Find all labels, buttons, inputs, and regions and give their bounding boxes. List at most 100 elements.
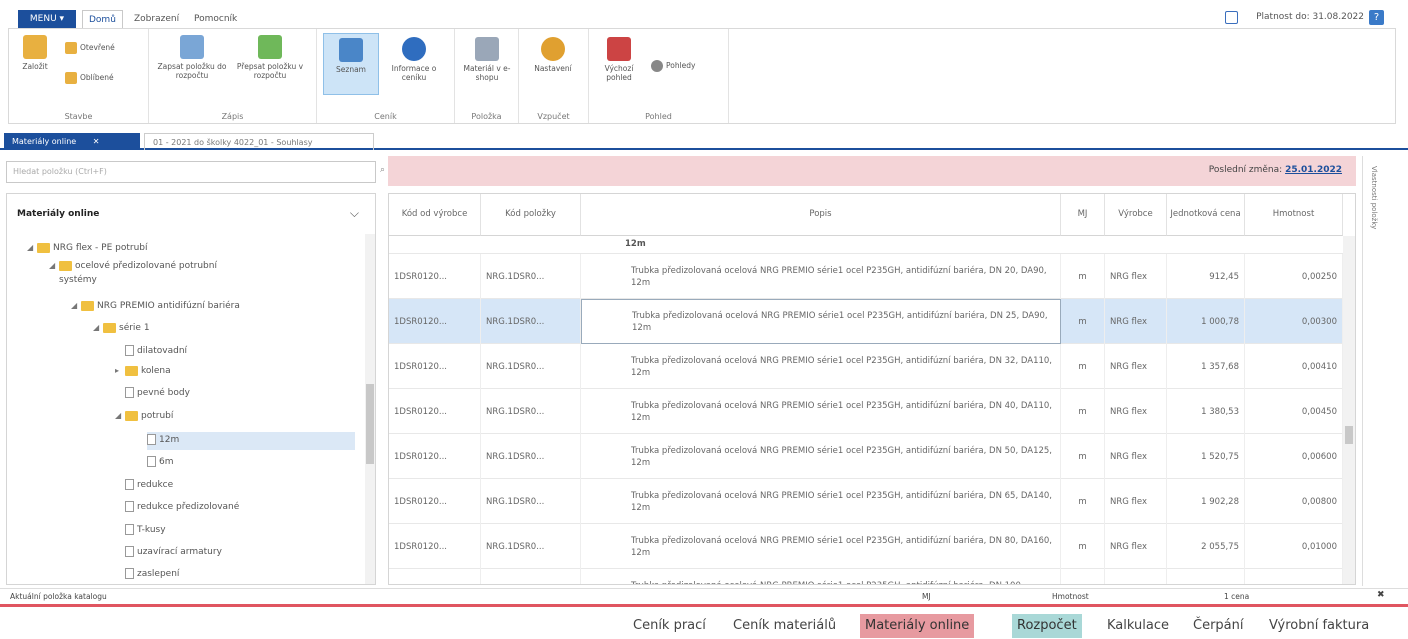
close-tab-icon[interactable]: ✕ [93,137,100,146]
module-nav: Ceník prací Ceník materiálů Materiály on… [0,608,1408,639]
views-button[interactable]: Pohledy [651,59,696,73]
column-header[interactable]: Kód položky [481,194,581,236]
eshop-material-button[interactable]: Materiál v e-shopu [459,37,515,82]
tree-node[interactable]: systémy [49,274,97,286]
expand-arrow-icon[interactable]: ◢ [27,242,37,254]
table-cell-mj: m [1061,389,1105,434]
expand-arrow-icon[interactable]: ◢ [115,410,125,422]
nav-materials-online[interactable]: Materiály online [860,614,975,638]
tree-node[interactable]: uzavírací armatury [115,546,222,558]
table-cell-vyrobce: NRG flex [1105,344,1167,389]
table-cell-kod_pol: NRG.1DSR0... [481,434,581,479]
column-header[interactable]: Popis [581,194,1061,236]
tree-node[interactable]: redukce [115,479,173,491]
default-view-button[interactable]: Výchozí pohled [595,37,643,82]
tree-node-label: uzavírací armatury [137,547,222,557]
tab-view[interactable]: Zobrazení [128,10,185,28]
nav-budget[interactable]: Rozpočet [1012,614,1082,638]
main-menu-button[interactable]: MENU ▾ [18,10,76,28]
chevron-down-icon[interactable]: ⌵ [350,206,359,221]
nav-work-prices[interactable]: Ceník prací [628,614,711,638]
tab-materials-online[interactable]: Materiály online ✕ [4,133,140,150]
column-header[interactable]: MJ [1061,194,1105,236]
expand-arrow-icon[interactable]: ◢ [71,300,81,312]
close-icon[interactable]: ✖ [1377,590,1385,600]
page-icon [147,456,156,467]
gear-icon [541,37,565,61]
table-row[interactable]: 1DSR0120... NRG.1DSR0... Trubka předizolov… [389,434,1355,479]
table-cell-mj: m [1061,524,1105,569]
table-cell-kod_pol: NRG.1DSR0... [481,569,581,584]
table-row[interactable]: 1DSR0120... NRG.1DSR0... Trubka předizolov… [389,389,1355,434]
favorites-button[interactable]: Oblíbené [65,71,114,85]
nav-calculation[interactable]: Kalkulace [1102,614,1174,638]
table-cell-kod_vyr: 1DSR0120... [389,254,481,299]
table-cell-hmot: 0,01300 [1245,569,1343,584]
tree-node[interactable]: ◢ ocelové předizolované potrubní [49,260,217,272]
write-item-button[interactable]: Zapsat položku do rozpočtu [157,35,227,80]
tree-node[interactable]: 12m [137,434,179,446]
list-button[interactable]: Seznam [323,33,379,95]
table-cell-hmot: 0,01000 [1245,524,1343,569]
table-cell-cena: 1 000,78 [1167,299,1245,344]
table-cell-vyrobce: NRG flex [1105,524,1167,569]
tree-node-label: zaslepení [137,569,180,579]
tree-node[interactable]: T-kusy [115,524,166,536]
table-row[interactable]: 1DSR0120... NRG.1DSR0... Trubka předizolov… [389,254,1355,299]
tree-node[interactable]: dilatovadní [115,345,187,357]
tab-project[interactable]: 01 - 2021 do školky 4022_01 - Souhlasy [144,133,374,150]
expand-arrow-icon[interactable]: ◢ [93,322,103,334]
last-change-date-link[interactable]: 25.01.2022 [1285,165,1342,175]
column-header[interactable]: Hmotnost [1245,194,1343,236]
table-row[interactable]: 1DSR0120... NRG.1DSR0... Trubka předizolov… [389,299,1355,344]
table-cell-cena: 1 902,28 [1167,479,1245,524]
table-cell-kod_vyr: 1DSR0120... [389,479,481,524]
expand-arrow-icon[interactable]: ◢ [49,260,59,272]
tree-node[interactable]: redukce předizolované [115,501,239,513]
table-row[interactable]: 1DSR0120... NRG.1DSR0... Trubka předizolov… [389,524,1355,569]
table-row[interactable]: 1DSR0120... NRG.1DSR0... Trubka předizolov… [389,344,1355,389]
price-list-info-button[interactable]: Informace o ceníku [385,37,443,82]
home-icon [607,37,631,61]
group-label: Stavbe [64,112,93,121]
column-header[interactable]: Kód od výrobce [389,194,481,236]
table-cell-kod_vyr: 1DSR0120... [389,344,481,389]
table-cell-vyrobce: NRG flex [1105,254,1167,299]
page-icon [147,434,156,445]
tree-node[interactable]: ◢ série 1 [93,322,150,334]
tree-node[interactable]: ◢ potrubí [115,410,173,422]
grid-scrollbar[interactable] [1343,236,1355,584]
tree-scrollbar[interactable] [365,234,375,584]
tab-help[interactable]: Pomocník [188,10,243,28]
tree-node-label: systémy [59,275,97,285]
group-label: Položka [471,112,502,121]
tree-node[interactable]: ◢ NRG flex - PE potrubí [27,242,148,254]
expand-arrow-icon[interactable]: ▸ [115,365,125,377]
tree-node[interactable]: zaslepení [115,568,179,580]
column-header[interactable]: Jednotková cena [1167,194,1245,236]
items-grid: Kód od výrobce Kód položky Popis MJ Výrobce J… [388,193,1356,585]
table-cell-cena: 1 357,68 [1167,344,1245,389]
column-header[interactable]: Výrobce [1105,194,1167,236]
tree-title[interactable]: Materiály online [7,194,375,234]
help-icon[interactable]: ? [1369,10,1384,25]
tree-node[interactable]: ▸ kolena [115,365,171,377]
tree-node[interactable]: ◢ NRG PREMIO antidifúzní bariéra [71,300,240,312]
nav-drawing[interactable]: Čerpání [1188,614,1249,638]
table-row[interactable]: 1DSR0121...NRG.1DSR0...Trubka předizolov… [389,569,1355,584]
tree-node-label: potrubí [141,411,174,421]
table-cell-hmot: 0,00410 [1245,344,1343,389]
tree-node[interactable]: pevné body [115,387,190,399]
tree-node[interactable]: 6m [137,456,174,468]
settings-button[interactable]: Nastavení [525,37,581,73]
nav-production-invoice[interactable]: Výrobní faktura [1264,614,1374,638]
table-cell-vyrobce: NRG flex [1105,569,1167,584]
properties-side-panel[interactable]: Vlastnosti položky [1362,156,1386,586]
search-input[interactable]: Hledat položku (Ctrl+F) [6,161,376,183]
nav-material-prices[interactable]: Ceník materiálů [728,614,841,638]
tab-home[interactable]: Domů [82,10,123,28]
rewrite-item-button[interactable]: Přepsat položku v rozpočtu [235,35,305,80]
table-row[interactable]: 1DSR0120... NRG.1DSR0... Trubka předizolov… [389,479,1355,524]
open-button[interactable]: Otevřené [65,41,115,55]
create-button[interactable]: Založit [15,35,55,71]
